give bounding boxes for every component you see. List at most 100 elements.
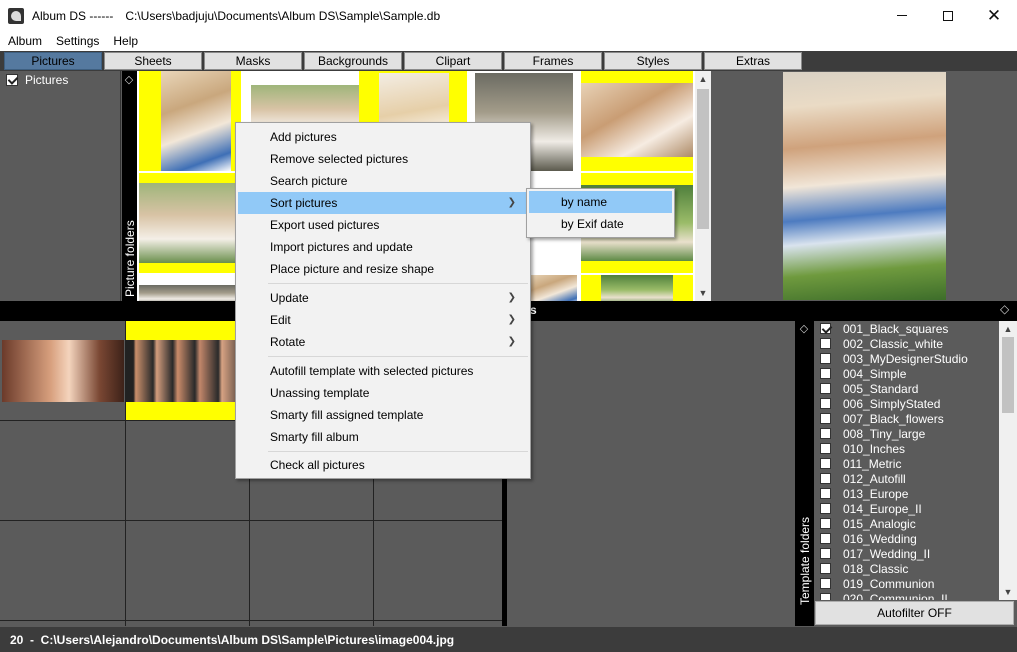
template-list-item[interactable]: 015_Analogic bbox=[814, 516, 999, 531]
template-checkbox[interactable] bbox=[820, 473, 831, 484]
scrollbar-thumb[interactable] bbox=[1002, 337, 1014, 413]
template-checkbox[interactable] bbox=[820, 323, 831, 334]
template-checkbox[interactable] bbox=[820, 593, 831, 600]
template-checkbox[interactable] bbox=[820, 383, 831, 394]
template-list-item[interactable]: 001_Black_squares bbox=[814, 321, 999, 336]
tab-styles[interactable]: Styles bbox=[604, 52, 702, 70]
template-checkbox[interactable] bbox=[820, 518, 831, 529]
picture-thumbnail[interactable] bbox=[139, 275, 241, 301]
template-list-item[interactable]: 016_Wedding bbox=[814, 531, 999, 546]
minimize-button[interactable] bbox=[879, 0, 925, 31]
template-checkbox[interactable] bbox=[820, 428, 831, 439]
template-checkbox[interactable] bbox=[820, 443, 831, 454]
menu-item-rotate[interactable]: Rotate ❯ bbox=[238, 331, 528, 353]
status-text: 20 - C:\Users\Alejandro\Documents\Album … bbox=[10, 632, 455, 647]
template-list-item[interactable]: 004_Simple bbox=[814, 366, 999, 381]
template-checkbox[interactable] bbox=[820, 578, 831, 589]
tab-extras[interactable]: Extras bbox=[704, 52, 802, 70]
template-list-item[interactable]: 010_Inches bbox=[814, 441, 999, 456]
collapse-diamond-icon[interactable]: ◇ bbox=[1000, 302, 1009, 316]
template-checkbox[interactable] bbox=[820, 458, 831, 469]
scroll-down-icon[interactable]: ▼ bbox=[999, 585, 1017, 599]
menu-help[interactable]: Help bbox=[106, 31, 145, 51]
template-list-item[interactable]: 006_SimplyStated bbox=[814, 396, 999, 411]
template-list-item[interactable]: 002_Classic_white bbox=[814, 336, 999, 351]
menu-item-place-picture-and-resize-shape[interactable]: Place picture and resize shape bbox=[238, 258, 528, 280]
thumbnail-image bbox=[139, 183, 241, 263]
collapse-diamond-icon[interactable]: ◇ bbox=[123, 74, 135, 86]
pictures-checkbox[interactable] bbox=[6, 74, 18, 86]
menu-item-sort-by-exif-date[interactable]: by Exif date bbox=[529, 213, 672, 235]
scroll-up-icon[interactable]: ▲ bbox=[695, 72, 711, 86]
template-list-item[interactable]: 008_Tiny_large bbox=[814, 426, 999, 441]
maximize-button[interactable] bbox=[925, 0, 971, 31]
template-checkbox[interactable] bbox=[820, 548, 831, 559]
template-list-item[interactable]: 012_Autofill bbox=[814, 471, 999, 486]
template-list-item[interactable]: 019_Communion bbox=[814, 576, 999, 591]
tree-item-pictures[interactable]: Pictures bbox=[0, 71, 120, 89]
template-list-item[interactable]: 020_Communion_II bbox=[814, 591, 999, 600]
thumbnail-scrollbar[interactable]: ▲ ▼ bbox=[695, 71, 711, 301]
template-checkbox[interactable] bbox=[820, 413, 831, 424]
menu-item-autofill-template[interactable]: Autofill template with selected pictures bbox=[238, 360, 528, 382]
menu-item-export-used-pictures[interactable]: Export used pictures bbox=[238, 214, 528, 236]
menu-item-check-all-pictures[interactable]: Check all pictures bbox=[238, 454, 528, 476]
menu-item-edit[interactable]: Edit ❯ bbox=[238, 309, 528, 331]
template-checkbox[interactable] bbox=[820, 353, 831, 364]
menu-item-remove-selected-pictures[interactable]: Remove selected pictures bbox=[238, 148, 528, 170]
menu-item-import-pictures-and-update[interactable]: Import pictures and update bbox=[238, 236, 528, 258]
template-checkbox[interactable] bbox=[820, 503, 831, 514]
menu-item-label: Update bbox=[270, 291, 309, 305]
sheet-thumbnail-selected[interactable] bbox=[126, 321, 249, 420]
picture-thumbnail[interactable] bbox=[139, 71, 241, 171]
scroll-up-icon[interactable]: ▲ bbox=[999, 322, 1017, 336]
menu-item-search-picture[interactable]: Search picture bbox=[238, 170, 528, 192]
template-checkbox[interactable] bbox=[820, 563, 831, 574]
template-checkbox[interactable] bbox=[820, 338, 831, 349]
picture-thumbnail[interactable] bbox=[581, 275, 693, 301]
menu-separator bbox=[268, 356, 528, 357]
template-list-item[interactable]: 005_Standard bbox=[814, 381, 999, 396]
picture-folders-bar[interactable]: ◇ Picture folders bbox=[122, 71, 137, 301]
template-folders-bar[interactable]: ◇ Template folders bbox=[795, 321, 814, 626]
menu-settings[interactable]: Settings bbox=[49, 31, 106, 51]
app-logo-icon bbox=[8, 7, 24, 24]
tab-pictures[interactable]: Pictures bbox=[4, 52, 102, 70]
template-checkbox[interactable] bbox=[820, 398, 831, 409]
autofilter-toggle-button[interactable]: Autofilter OFF bbox=[815, 601, 1014, 625]
template-list-item[interactable]: 017_Wedding_II bbox=[814, 546, 999, 561]
collapse-diamond-icon[interactable]: ◇ bbox=[798, 323, 810, 335]
scroll-down-icon[interactable]: ▼ bbox=[695, 286, 711, 300]
pictures-folder-tree: Pictures bbox=[0, 71, 121, 301]
tab-backgrounds[interactable]: Backgrounds bbox=[304, 52, 402, 70]
template-list-item[interactable]: 011_Metric bbox=[814, 456, 999, 471]
scrollbar-thumb[interactable] bbox=[697, 89, 709, 229]
tab-sheets[interactable]: Sheets bbox=[104, 52, 202, 70]
picture-thumbnail[interactable] bbox=[581, 71, 693, 171]
template-list-item[interactable]: 013_Europe bbox=[814, 486, 999, 501]
close-button[interactable]: ✕ bbox=[971, 0, 1017, 31]
template-list-item[interactable]: 003_MyDesignerStudio bbox=[814, 351, 999, 366]
tab-frames[interactable]: Frames bbox=[504, 52, 602, 70]
picture-thumbnail[interactable] bbox=[139, 173, 241, 273]
template-checkbox[interactable] bbox=[820, 533, 831, 544]
menu-item-add-pictures[interactable]: Add pictures bbox=[238, 126, 528, 148]
template-list-item[interactable]: 014_Europe_II bbox=[814, 501, 999, 516]
template-list-item[interactable]: 018_Classic bbox=[814, 561, 999, 576]
menu-item-smarty-fill-album[interactable]: Smarty fill album bbox=[238, 426, 528, 448]
sheet-thumbnail[interactable] bbox=[2, 340, 124, 402]
template-list-scrollbar[interactable]: ▲ ▼ bbox=[999, 321, 1017, 600]
menu-item-unassign-template[interactable]: Unassing template bbox=[238, 382, 528, 404]
template-checkbox[interactable] bbox=[820, 368, 831, 379]
strip-label-fragment: s bbox=[530, 303, 537, 317]
menu-item-update[interactable]: Update ❯ bbox=[238, 287, 528, 309]
menu-item-sort-by-name[interactable]: by name bbox=[529, 191, 672, 213]
template-list: 001_Black_squares 002_Classic_white 003_My… bbox=[814, 321, 999, 600]
menu-album[interactable]: Album bbox=[0, 31, 49, 51]
menu-item-smarty-fill-assigned-template[interactable]: Smarty fill assigned template bbox=[238, 404, 528, 426]
template-list-item[interactable]: 007_Black_flowers bbox=[814, 411, 999, 426]
tab-clipart[interactable]: Clipart bbox=[404, 52, 502, 70]
template-checkbox[interactable] bbox=[820, 488, 831, 499]
tab-masks[interactable]: Masks bbox=[204, 52, 302, 70]
menu-item-sort-pictures[interactable]: Sort pictures ❯ bbox=[238, 192, 528, 214]
